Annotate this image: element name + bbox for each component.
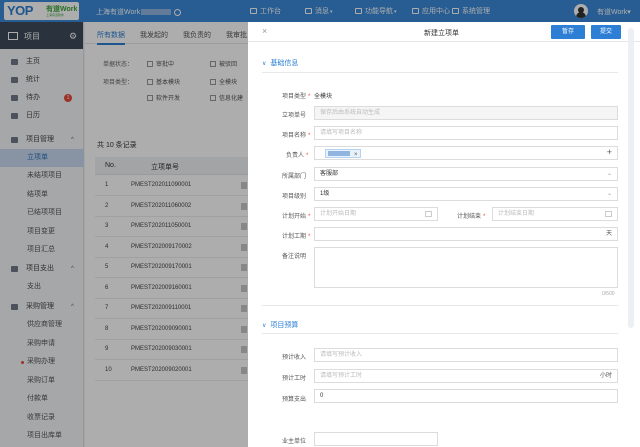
add-icon[interactable]: + (607, 147, 612, 158)
drawer-scrollbar[interactable] (628, 28, 634, 328)
owner-label: 负责人 * (286, 153, 309, 159)
level-select[interactable]: 1级 ⌄ (314, 187, 618, 201)
customer-label: 业主单位 (282, 439, 307, 445)
income-label: 预计收入 (282, 355, 307, 361)
end-date-picker[interactable]: 计划结束日期 (492, 207, 618, 221)
calendar-icon (605, 211, 612, 217)
type-label: 项目类型 * (282, 94, 311, 100)
expense-label: 预算支出 (282, 397, 307, 403)
level-label: 项目级别 (282, 194, 307, 200)
blurred-name (328, 151, 350, 156)
owner-tag: × (325, 149, 361, 158)
type-value: 全模块 (314, 94, 333, 100)
save-draft-button[interactable]: 暂存 (551, 25, 585, 39)
income-input[interactable]: 请填写预计收入 (314, 348, 618, 362)
start-date-picker[interactable]: 计划开始日期 (314, 207, 438, 221)
section-basic-info[interactable]: 基础信息 (262, 58, 298, 68)
drawer-header: × 新建立项单 暂存 提交 (248, 22, 640, 42)
dept-label: 所属部门 (282, 174, 307, 180)
owner-picker[interactable]: × + (314, 146, 618, 160)
new-project-drawer: × 新建立项单 暂存 提交 基础信息 项目类型* 全模块 立项单号 保存后由系统… (248, 22, 640, 447)
hours-unit: 小时 (599, 373, 612, 379)
close-icon[interactable]: × (262, 26, 267, 36)
end-label: 计划结束 * (457, 214, 486, 220)
chevron-down-icon: ⌄ (606, 171, 612, 177)
section-budget[interactable]: 项目预算 (262, 320, 298, 330)
number-label: 立项单号 (282, 113, 307, 119)
calendar-icon (425, 211, 432, 217)
tag-close-icon[interactable]: × (354, 149, 358, 159)
project-number-field: 保存后由系统自动生成 (314, 106, 618, 120)
divider (262, 72, 618, 73)
duration-input[interactable]: 天 (314, 227, 618, 241)
hours-input[interactable]: 请填写预计工时 小时 (314, 369, 618, 383)
divider (262, 305, 618, 306)
submit-button[interactable]: 提交 (591, 25, 621, 39)
remark-label: 备注说明 (282, 254, 307, 260)
department-select[interactable]: 客服部 ⌄ (314, 167, 618, 181)
divider (262, 333, 618, 334)
duration-unit: 天 (605, 231, 612, 237)
name-label: 项目名称 * (282, 133, 311, 139)
duration-label: 计划工期 * (282, 234, 311, 240)
customer-input[interactable] (314, 432, 438, 446)
expense-input[interactable]: 0 (314, 389, 618, 403)
start-label: 计划开始 * (282, 214, 311, 220)
remark-counter: 0/500 (602, 291, 615, 297)
project-name-input[interactable]: 请填写项目名称 (314, 126, 618, 140)
drawer-title: 新建立项单 (424, 30, 459, 37)
hours-label: 预计工时 (282, 376, 307, 382)
remark-textarea[interactable] (314, 247, 618, 288)
chevron-down-icon: ⌄ (606, 191, 612, 197)
